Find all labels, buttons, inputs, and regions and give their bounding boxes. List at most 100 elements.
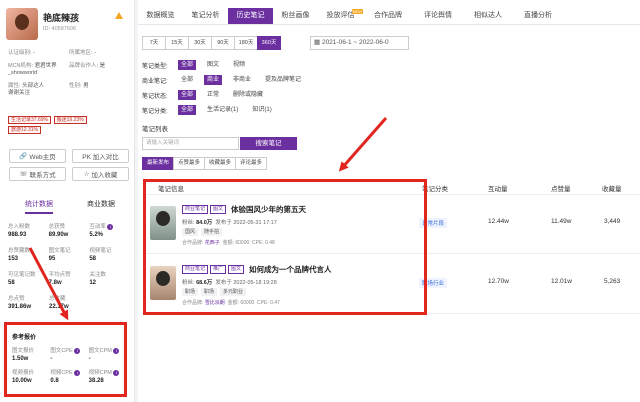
price-value: - <box>88 356 91 362</box>
add-favorite-button[interactable]: ☆ 加入收藏 <box>72 167 129 181</box>
date-range-picker[interactable]: ▦ 2021-06-1 ~ 2022-06-0 <box>310 36 409 50</box>
filter-option[interactable]: 正常 <box>204 90 222 100</box>
column-header[interactable]: 互动量 <box>488 183 508 193</box>
tab-delivery-eval[interactable]: 投放评估 NEW <box>318 8 363 24</box>
content-tags: 生活记录37.69% 搬迷19.23% 旅游12.31% <box>8 116 132 136</box>
stat-label: 视频笔记 <box>89 248 112 254</box>
price-value: 38.28 <box>88 378 104 384</box>
date-range-buttons: 7天 15天 30天 90天 180天 360天 <box>142 36 281 50</box>
stats-grid: 总入粉数 988.93 总获赞 89.90w 互动率 i 5.2% 总赞藏数 153 图… <box>8 222 130 318</box>
stat-value: 95 <box>48 256 56 262</box>
tab-similar-influencers[interactable]: 相似达人 <box>463 8 513 24</box>
date-15d-button[interactable]: 15天 <box>165 36 189 50</box>
filter-option[interactable]: 视频 <box>230 60 248 70</box>
profile-actions: 🔗 Web主页 PK 加入对比 ☏ 联系方式 ☆ 加入收藏 <box>9 149 129 181</box>
date-7d-button[interactable]: 7天 <box>142 36 166 50</box>
info-icon[interactable]: i <box>107 223 114 230</box>
calendar-icon: ▦ <box>314 39 322 46</box>
filter-option[interactable]: 全部 <box>178 60 197 70</box>
info-label: 属性 <box>8 83 20 89</box>
filter-label: 商业笔记: <box>142 78 168 85</box>
filter-label: 笔记类型: <box>142 63 168 70</box>
filter-option[interactable]: 全部 <box>178 105 197 115</box>
contact-label: 联系方式 <box>29 172 56 179</box>
star-icon: ☆ <box>83 171 90 178</box>
content-tag: 生活记录37.69% <box>8 116 51 124</box>
profile-info: 认证级别: - 所属地区: - MCN机构: 君君世界 _showworld 品牌… <box>8 50 130 103</box>
add-favorite-label: 加入收藏 <box>91 172 118 179</box>
date-360d-button[interactable]: 360天 <box>257 36 281 50</box>
price-label: 视频CPM i <box>89 368 127 376</box>
add-compare-label: PK 加入对比 <box>82 154 119 161</box>
collect-count: 5,263 <box>604 278 621 285</box>
tab-business-data[interactable]: 商业数据 <box>87 199 115 214</box>
filter-label: 笔记分类: <box>142 108 168 115</box>
warning-icon[interactable] <box>115 12 123 19</box>
date-90d-button[interactable]: 90天 <box>211 36 235 50</box>
tab-statistics[interactable]: 统计数据 <box>25 199 53 214</box>
column-header[interactable]: 收藏量 <box>602 183 622 193</box>
tab-overview[interactable]: 数据概览 <box>138 8 183 24</box>
stat-value: 89.90w <box>48 232 69 238</box>
filter-option[interactable]: 知识(1) <box>249 105 274 115</box>
note-info-highlight <box>143 179 427 315</box>
stat-label: 关注数 <box>89 272 106 278</box>
info-icon[interactable]: i <box>113 347 120 354</box>
info-row: 属性: 头部达人 谢谢关注 性别: 男 <box>8 83 89 96</box>
date-30d-button[interactable]: 30天 <box>188 36 212 50</box>
price-value: - <box>50 356 53 362</box>
filter-option[interactable]: 商业 <box>204 75 223 85</box>
filter-option[interactable]: 生活记录(1) <box>204 105 241 115</box>
content-tag: 搬迷19.23% <box>53 116 87 124</box>
info-row: 认证级别: - 所属地区: - <box>8 50 96 56</box>
info-icon[interactable]: i <box>113 369 120 376</box>
tab-comment-sentiment[interactable]: 评论舆情 <box>413 8 463 24</box>
top-tabs: 数据概览 笔记分析 历史笔记 粉丝画像 投放评估 NEW 合作品牌 评论舆情 相似… <box>138 8 640 25</box>
filter-option[interactable]: 图文 <box>204 60 222 70</box>
stat-label: 可见笔记数 <box>8 272 36 278</box>
info-value: - <box>94 50 96 56</box>
interaction-count: 12.44w <box>488 218 509 225</box>
filter-option[interactable]: 全部 <box>178 75 196 85</box>
sort-comments-button[interactable]: 评论最多 <box>235 157 267 170</box>
sort-collects-button[interactable]: 收藏最多 <box>204 157 236 170</box>
tab-partner-brands[interactable]: 合作品牌 <box>363 8 413 24</box>
keyword-search-input[interactable]: 请输入关键词 <box>142 137 239 150</box>
info-icon[interactable]: i <box>74 347 81 354</box>
date-180d-button[interactable]: 180天 <box>234 36 258 50</box>
sort-latest-button[interactable]: 最新发布 <box>142 157 174 170</box>
info-label: MCN机构 <box>8 63 32 69</box>
tab-live-analysis[interactable]: 直播分析 <box>513 8 563 24</box>
filter-option[interactable]: 提及品牌笔记 <box>262 75 304 85</box>
link-icon: 🔗 <box>19 153 28 160</box>
filter-option[interactable]: 删除或隐藏 <box>230 90 266 100</box>
tab-fan-profile[interactable]: 粉丝画像 <box>273 8 318 24</box>
like-count: 11.49w <box>551 218 572 225</box>
info-label: 品牌合作人 <box>69 63 97 69</box>
filter-option[interactable]: 非商业 <box>230 75 254 85</box>
search-notes-button[interactable]: 搜索笔记 <box>240 137 297 150</box>
stat-label: 总获赞 <box>48 224 66 230</box>
column-header[interactable]: 点赞量 <box>551 183 571 193</box>
info-value: 谢谢关注 <box>8 90 31 96</box>
contact-button[interactable]: ☏ 联系方式 <box>9 167 66 181</box>
influencer-profile-panel: 艳底辣孩 ID: 40587606 认证级别: - 所属地区: - MCN机构:… <box>0 0 135 402</box>
filter-label: 笔记状态: <box>142 93 168 100</box>
stat-label: 总收藏 <box>49 296 66 302</box>
web-home-button[interactable]: 🔗 Web主页 <box>9 149 66 163</box>
price-value: 10.00w <box>12 378 32 384</box>
sort-likes-button[interactable]: 点赞最多 <box>173 157 205 170</box>
info-row: MCN机构: 君君世界 _showworld 品牌合作人: 是 <box>8 63 106 76</box>
stat-value: 58 <box>8 280 15 286</box>
tab-note-analysis[interactable]: 笔记分析 <box>183 8 228 24</box>
profile-name: 艳底辣孩 <box>43 13 80 23</box>
filter-option[interactable]: 全部 <box>178 90 197 100</box>
info-icon[interactable]: i <box>74 369 81 376</box>
stat-value: 22.17w <box>49 304 69 310</box>
tab-history-notes[interactable]: 历史笔记 <box>228 8 273 24</box>
info-label: 性别 <box>69 83 81 89</box>
interaction-count: 12.70w <box>488 278 509 285</box>
add-compare-button[interactable]: PK 加入对比 <box>72 149 129 163</box>
stat-label: 互动率 i <box>89 222 130 230</box>
stat-value: 7.8w <box>48 280 62 286</box>
